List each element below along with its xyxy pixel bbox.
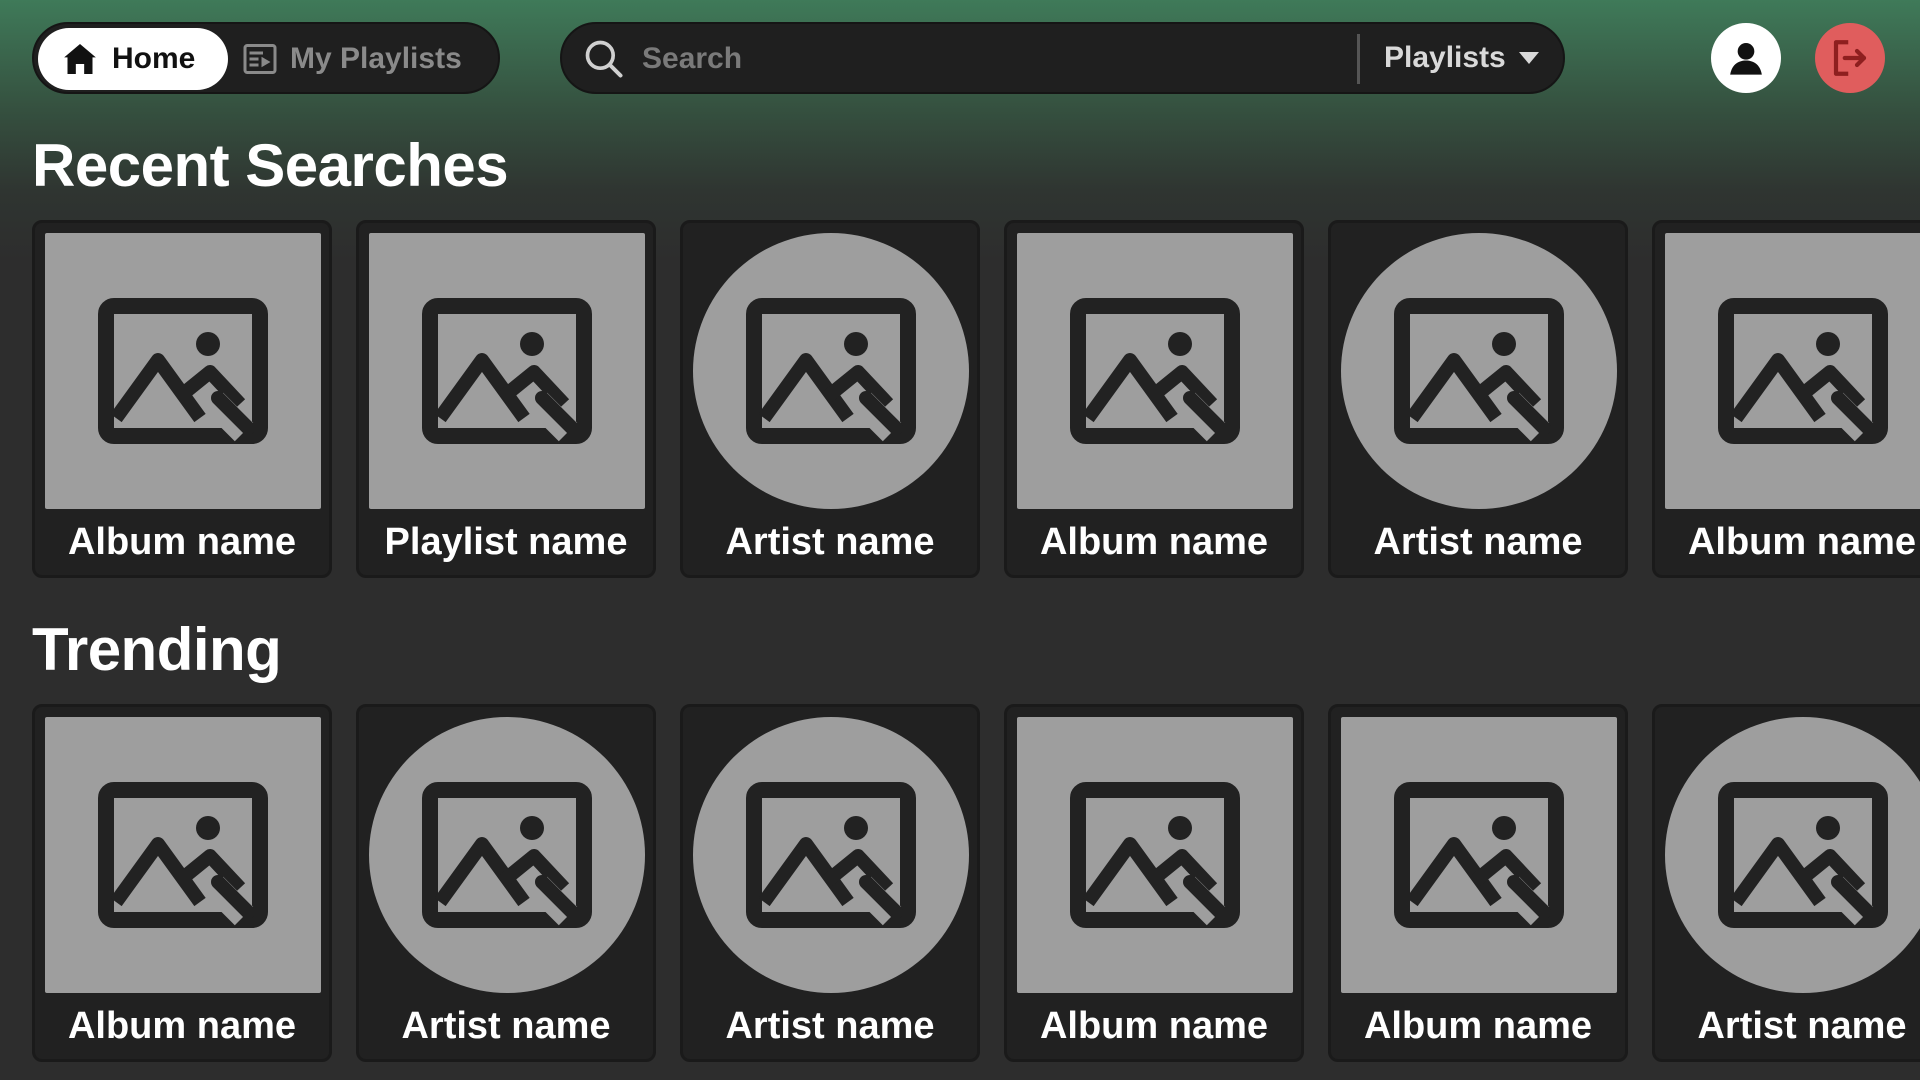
- nav-home-button[interactable]: Home: [38, 28, 228, 90]
- user-icon: [1730, 43, 1762, 75]
- playlist-icon: [243, 44, 277, 74]
- nav-home-label: Home: [112, 42, 196, 75]
- app-window: Home My Playlists Playlist: [0, 0, 1920, 1080]
- artist-artwork: [693, 233, 969, 509]
- logout-icon: [1833, 40, 1867, 76]
- logout-button[interactable]: [1815, 23, 1885, 93]
- artist-card[interactable]: Artist name: [356, 704, 656, 1062]
- nav-my-playlists-button[interactable]: My Playlists: [242, 28, 462, 90]
- image-placeholder-icon: [1394, 298, 1564, 444]
- artist-name-label: Artist name: [725, 521, 935, 563]
- album-name-label: Album name: [67, 1005, 297, 1047]
- album-name-label: Album name: [1363, 1005, 1593, 1047]
- top-bar: Home My Playlists Playlist: [32, 22, 1888, 96]
- artist-name-label: Artist name: [725, 1005, 935, 1047]
- playlist-name-label: Playlist name: [384, 521, 628, 563]
- artist-card[interactable]: Artist name: [680, 220, 980, 578]
- album-artwork: [1017, 717, 1293, 993]
- artist-artwork: [1665, 717, 1920, 993]
- album-artwork: [45, 233, 321, 509]
- artist-name-label: Artist name: [1373, 521, 1583, 563]
- image-placeholder-icon: [422, 782, 592, 928]
- album-artwork: [1017, 233, 1293, 509]
- album-card[interactable]: Album name: [1652, 220, 1920, 578]
- artist-card[interactable]: Artist name: [680, 704, 980, 1062]
- image-placeholder-icon: [746, 298, 916, 444]
- album-card[interactable]: Album name: [1004, 704, 1304, 1062]
- trending-title: Trending: [32, 616, 282, 683]
- nav-my-playlists-label: My Playlists: [290, 42, 462, 75]
- album-artwork: [1665, 233, 1920, 509]
- album-card[interactable]: Album name: [1004, 220, 1304, 578]
- playlist-artwork: [369, 233, 645, 509]
- chevron-down-icon: [1518, 52, 1539, 64]
- album-artwork: [1341, 717, 1617, 993]
- playlist-card[interactable]: Playlist name: [356, 220, 656, 578]
- nav-toggle: Home My Playlists: [32, 22, 500, 94]
- artist-name-label: Artist name: [401, 1005, 611, 1047]
- album-name-label: Album name: [67, 521, 297, 563]
- image-placeholder-icon: [1718, 298, 1888, 444]
- search-bar: Playlists: [560, 22, 1565, 94]
- artist-artwork: [1341, 233, 1617, 509]
- search-divider: [1357, 34, 1360, 84]
- image-placeholder-icon: [422, 298, 592, 444]
- artist-card[interactable]: Artist name: [1652, 704, 1920, 1062]
- album-name-label: Album name: [1039, 1005, 1269, 1047]
- image-placeholder-icon: [98, 298, 268, 444]
- album-card[interactable]: Album name: [32, 704, 332, 1062]
- search-filter-label: Playlists: [1384, 41, 1506, 74]
- home-icon: [64, 44, 96, 74]
- artist-name-label: Artist name: [1697, 1005, 1907, 1047]
- recent-searches-row: Album name Playlist name Artist name Album …: [32, 220, 1920, 578]
- image-placeholder-icon: [1394, 782, 1564, 928]
- recent-searches-title: Recent Searches: [32, 132, 509, 199]
- artist-artwork: [369, 717, 645, 993]
- album-artwork: [45, 717, 321, 993]
- image-placeholder-icon: [1070, 298, 1240, 444]
- artist-artwork: [693, 717, 969, 993]
- image-placeholder-icon: [1718, 782, 1888, 928]
- artist-card[interactable]: Artist name: [1328, 220, 1628, 578]
- image-placeholder-icon: [1070, 782, 1240, 928]
- search-filter-dropdown[interactable]: Playlists: [1384, 24, 1540, 92]
- album-name-label: Album name: [1039, 521, 1269, 563]
- album-card[interactable]: Album name: [1328, 704, 1628, 1062]
- image-placeholder-icon: [98, 782, 268, 928]
- image-placeholder-icon: [746, 782, 916, 928]
- album-name-label: Album name: [1687, 521, 1917, 563]
- profile-button[interactable]: [1711, 23, 1781, 93]
- trending-row: Album name Artist name Artist name Album na…: [32, 704, 1920, 1062]
- search-icon: [585, 40, 623, 78]
- search-input[interactable]: [640, 34, 1344, 84]
- album-card[interactable]: Album name: [32, 220, 332, 578]
